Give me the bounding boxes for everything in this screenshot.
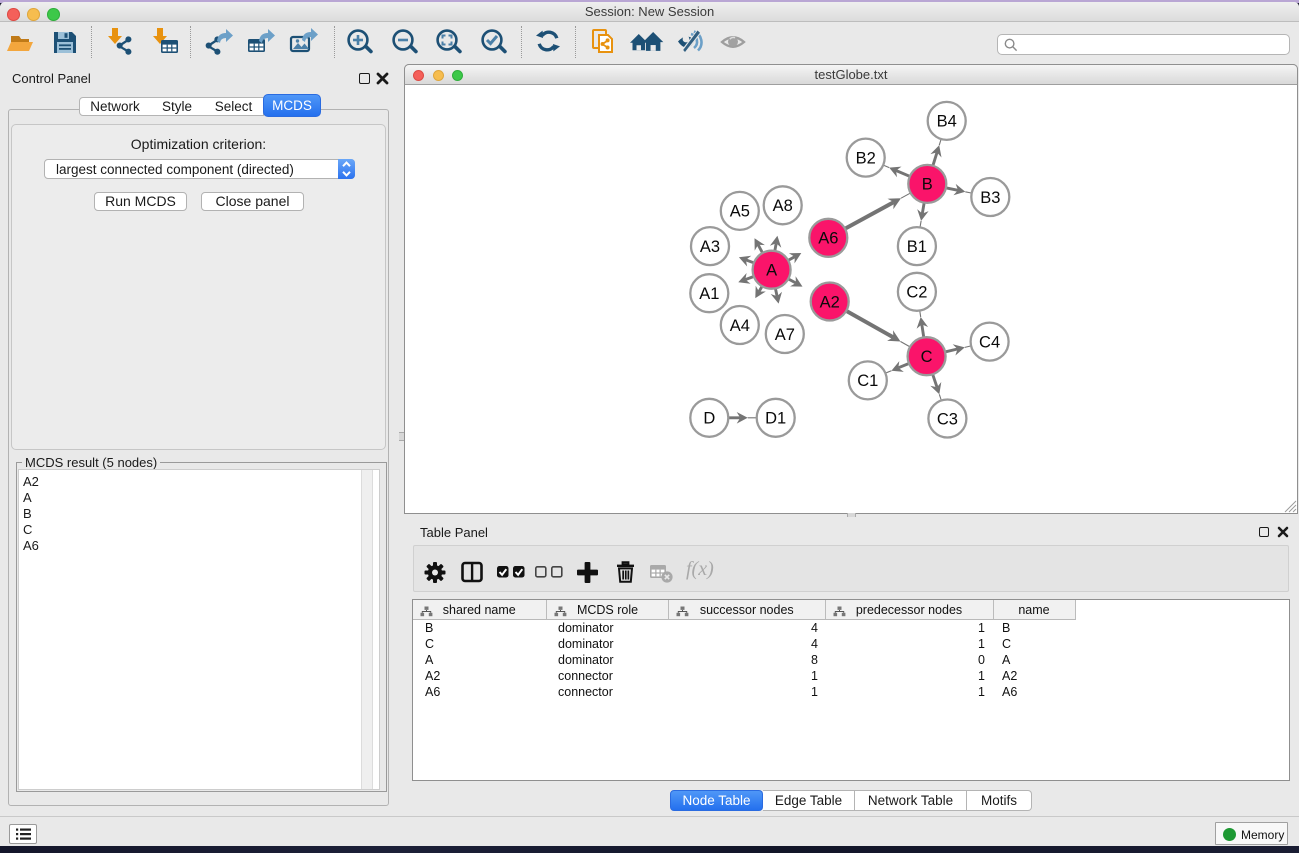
svg-text:B2: B2: [856, 149, 876, 167]
svg-text:A7: A7: [775, 326, 795, 344]
svg-text:C2: C2: [906, 284, 927, 302]
svg-text:B3: B3: [980, 189, 1000, 207]
svg-text:A8: A8: [773, 197, 793, 215]
svg-text:B1: B1: [907, 238, 927, 256]
svg-text:A4: A4: [730, 317, 750, 335]
svg-text:B4: B4: [937, 113, 957, 131]
svg-text:C4: C4: [979, 333, 1000, 351]
svg-text:A: A: [766, 262, 777, 280]
svg-text:D: D: [703, 410, 715, 428]
svg-text:C1: C1: [857, 372, 878, 390]
svg-text:C3: C3: [937, 410, 958, 428]
svg-text:A2: A2: [820, 293, 840, 311]
svg-text:D1: D1: [765, 410, 786, 428]
svg-text:A1: A1: [699, 285, 719, 303]
svg-text:A6: A6: [818, 230, 838, 248]
svg-text:C: C: [921, 348, 933, 366]
svg-text:A3: A3: [700, 238, 720, 256]
svg-text:B: B: [922, 176, 933, 194]
svg-text:A5: A5: [730, 203, 750, 221]
